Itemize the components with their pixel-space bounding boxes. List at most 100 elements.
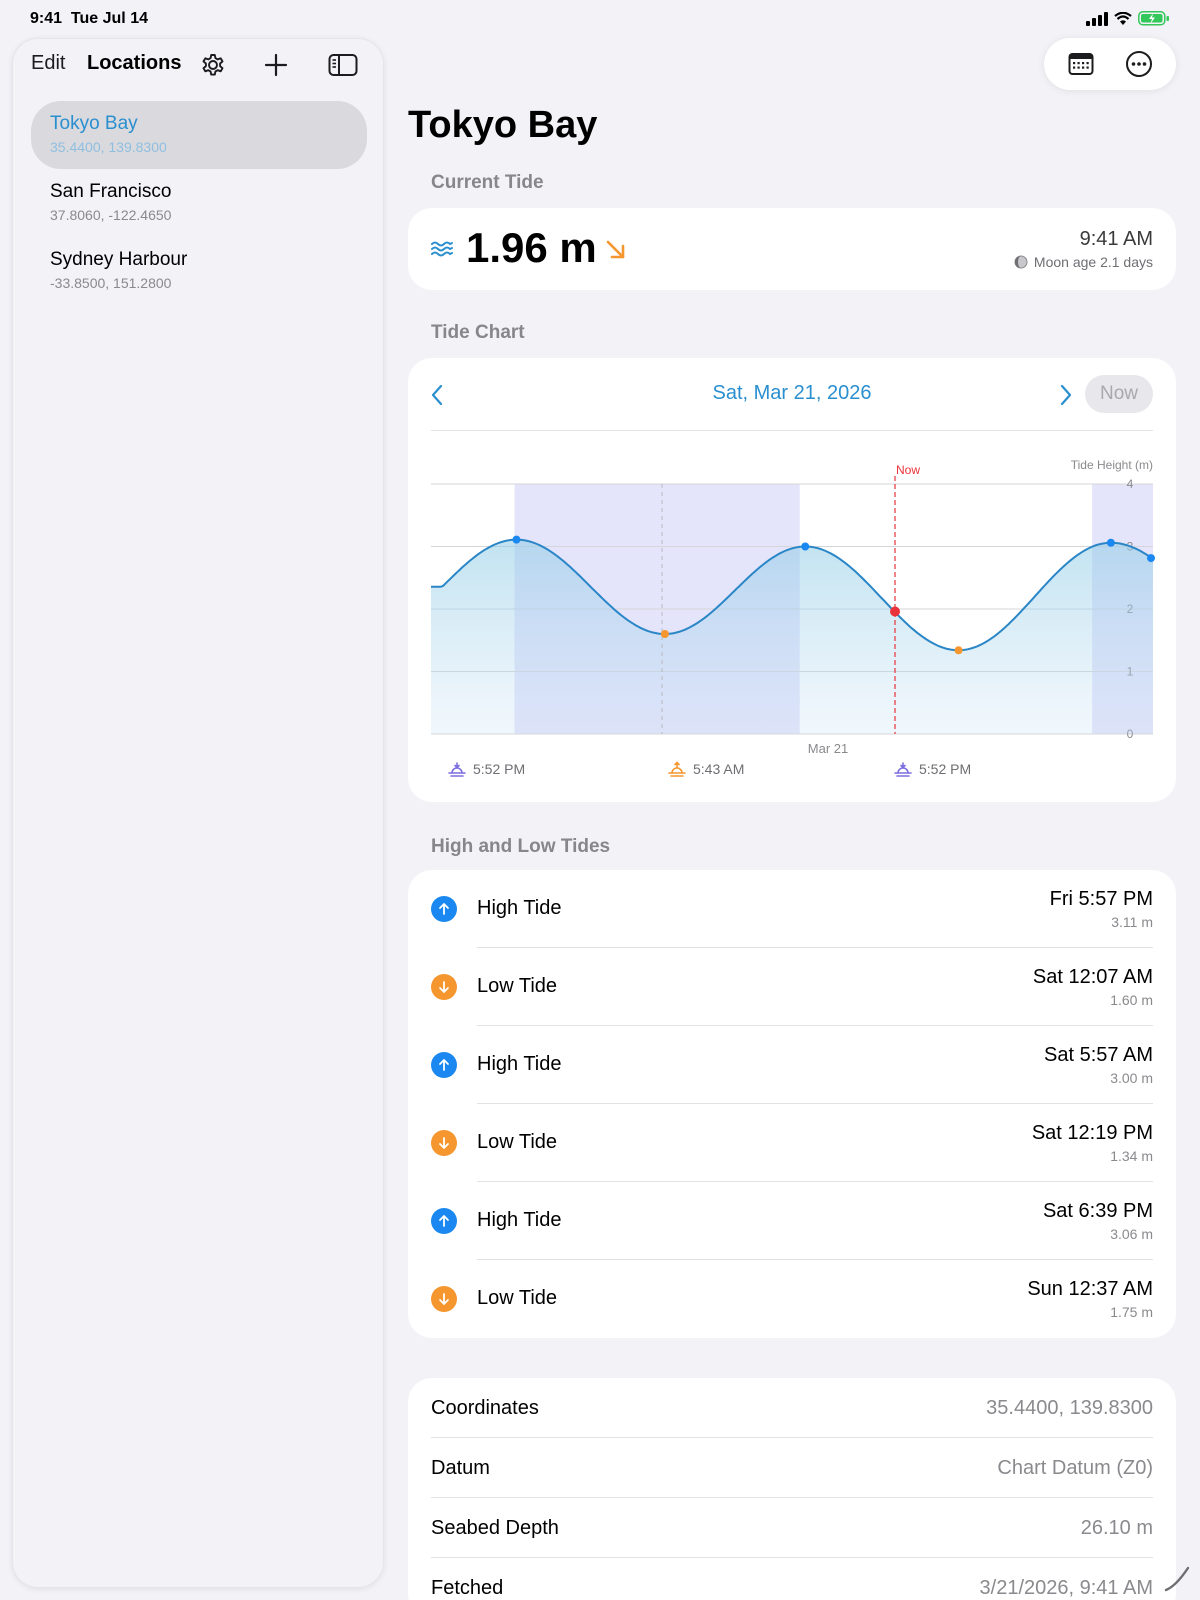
low-tide-point	[954, 646, 963, 655]
tide-area	[431, 538, 1154, 734]
current-tide-card: 1.96 m 9:41 AM Moon age 2.1 days	[408, 208, 1176, 290]
tide-time: Sat 12:19 PM	[1031, 1122, 1153, 1144]
tide-height: 3.00 m	[1110, 1070, 1153, 1086]
tide-time: Sat 6:39 PM	[1042, 1200, 1153, 1222]
high-tide-point	[1106, 538, 1115, 547]
y-tick-label: 0	[1127, 727, 1134, 741]
status-bar: 9:41 Tue Jul 14	[0, 0, 1200, 36]
current-tide-heading: Current Tide	[431, 172, 544, 193]
high-low-card: High Tide Fri 5:57 PM 3.11 m Low Tide Sa…	[408, 870, 1176, 1338]
tide-row[interactable]: Low Tide Sun 12:37 AM 1.75 m	[408, 1260, 1176, 1338]
location-name: Sydney Harbour	[50, 249, 188, 270]
cellular-icon	[1086, 11, 1108, 26]
now-button[interactable]: Now	[1085, 375, 1153, 413]
tide-time: Fri 5:57 PM	[1049, 888, 1153, 910]
info-label: Fetched	[431, 1577, 504, 1599]
sunset-icon	[894, 762, 912, 777]
moon-phase-icon	[1014, 255, 1028, 269]
grid: 0 1 2 3 4	[431, 477, 1153, 741]
tide-height: 3.11 m	[1111, 914, 1153, 930]
location-coords: 37.8060, -122.4650	[50, 207, 172, 223]
high-tide-point	[801, 542, 810, 551]
info-row-coordinates: Coordinates 35.4400, 139.8300	[408, 1378, 1176, 1438]
now-marker-label: Now	[896, 463, 920, 477]
add-location-button[interactable]	[260, 49, 292, 81]
location-coords: 35.4400, 139.8300	[50, 139, 167, 155]
battery-icon	[1138, 11, 1169, 26]
tide-row[interactable]: High Tide Sat 6:39 PM 3.06 m	[408, 1182, 1176, 1260]
night-bands	[514, 484, 1153, 734]
ellipsis-circle-icon	[1126, 51, 1152, 77]
more-button[interactable]	[1119, 44, 1159, 84]
info-value: 35.4400, 139.8300	[986, 1397, 1153, 1419]
location-name: Tokyo Bay	[50, 113, 138, 134]
info-label: Datum	[431, 1457, 490, 1479]
night-band	[1092, 484, 1153, 734]
status-icons	[1086, 11, 1170, 26]
tide-row[interactable]: Low Tide Sat 12:19 PM 1.34 m	[408, 1104, 1176, 1182]
location-item-tokyo-bay[interactable]: Tokyo Bay 35.4400, 139.8300	[31, 101, 367, 169]
plus-icon	[264, 53, 288, 77]
info-label: Coordinates	[431, 1397, 539, 1419]
night-band	[514, 484, 800, 734]
status-time: 9:41 Tue Jul 14	[30, 10, 148, 28]
tide-time: Sat 12:07 AM	[1032, 966, 1153, 988]
sidebar-title: Locations	[87, 52, 182, 74]
status-clock: 9:41	[30, 10, 63, 27]
tide-kind: High Tide	[477, 1209, 562, 1231]
calendar-button[interactable]	[1061, 44, 1101, 84]
edit-button[interactable]: Edit	[31, 52, 65, 75]
falling-arrow-icon	[604, 238, 628, 267]
current-tide-time: 9:41 AM	[1079, 228, 1153, 250]
y-tick-label: 2	[1127, 602, 1134, 616]
high-tide-icon	[431, 1052, 457, 1078]
tide-line	[431, 538, 1154, 652]
sunset-icon	[448, 762, 466, 777]
tide-row[interactable]: High Tide Fri 5:57 PM 3.11 m	[408, 870, 1176, 948]
tide-time: Sat 5:57 AM	[1044, 1044, 1153, 1066]
sidebar-toolbar: Edit Locations	[13, 39, 383, 91]
info-row-fetched: Fetched 3/21/2026, 9:41 AM	[408, 1558, 1176, 1600]
location-item-sydney-harbour[interactable]: Sydney Harbour -33.8500, 151.2800	[31, 237, 367, 305]
moon-age: Moon age 2.1 days	[1014, 254, 1153, 270]
tide-height: 1.34 m	[1110, 1148, 1153, 1164]
current-tide-value: 1.96 m	[466, 224, 597, 271]
location-item-san-francisco[interactable]: San Francisco 37.8060, -122.4650	[31, 169, 367, 237]
chevron-right-icon	[1060, 384, 1072, 406]
location-info-card: Coordinates 35.4400, 139.8300 Datum Char…	[408, 1378, 1176, 1600]
tide-area-fill	[431, 539, 1153, 734]
sun-event-sunrise: 5:43 AM	[668, 761, 744, 777]
tide-points	[512, 535, 1155, 655]
low-tide-point	[660, 630, 669, 638]
tide-time: Sun 12:37 AM	[1027, 1278, 1153, 1300]
toggle-sidebar-button[interactable]	[327, 49, 359, 81]
tide-height: 1.75 m	[1110, 1304, 1153, 1320]
midnight-lines: Now	[661, 463, 920, 734]
high-low-heading: High and Low Tides	[431, 836, 611, 857]
next-day-button[interactable]	[1059, 384, 1073, 411]
tide-row[interactable]: Low Tide Sat 12:07 AM 1.60 m	[408, 948, 1176, 1026]
scroll-indicator[interactable]	[1162, 1564, 1192, 1594]
y-tick-label: 4	[1127, 477, 1134, 491]
sunset-time: 5:52 PM	[473, 761, 526, 777]
status-date: Tue Jul 14	[70, 10, 148, 27]
settings-button[interactable]	[197, 49, 229, 81]
info-value: Chart Datum (Z0)	[997, 1457, 1153, 1479]
sidebar-icon	[328, 54, 358, 76]
low-tide-icon	[431, 1286, 457, 1312]
y-tick-label: 3	[1127, 540, 1134, 554]
tide-height: 3.06 m	[1110, 1226, 1153, 1242]
tide-kind: High Tide	[477, 1053, 562, 1075]
x-date-label: Mar 21	[808, 741, 848, 756]
tide-kind: High Tide	[477, 897, 562, 919]
tide-height: 1.60 m	[1110, 992, 1153, 1008]
high-tide-icon	[431, 896, 457, 922]
sunrise-icon	[668, 761, 686, 777]
tide-kind: Low Tide	[477, 1131, 558, 1153]
info-value: 3/21/2026, 9:41 AM	[979, 1577, 1153, 1599]
sunset-time: 5:52 PM	[919, 761, 972, 777]
location-coords: -33.8500, 151.2800	[50, 275, 172, 291]
tide-row[interactable]: High Tide Sat 5:57 AM 3.00 m	[408, 1026, 1176, 1104]
low-tide-icon	[431, 974, 457, 1000]
high-tide-point	[512, 535, 521, 544]
